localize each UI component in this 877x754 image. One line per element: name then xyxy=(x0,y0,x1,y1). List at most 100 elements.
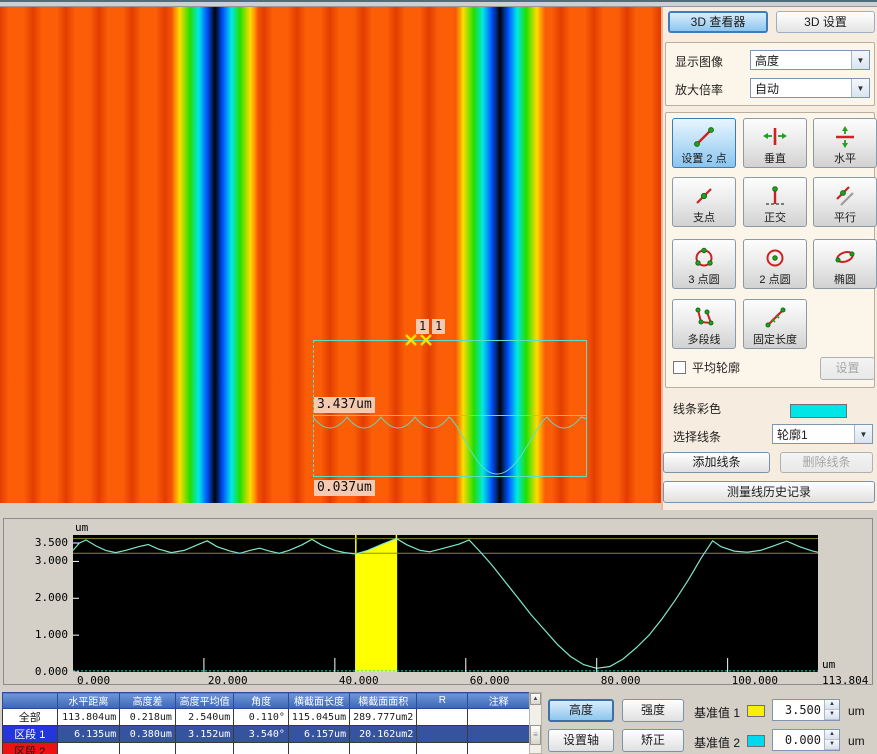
reference-1-unit: um xyxy=(848,704,865,718)
tool-vertical[interactable]: 垂直 xyxy=(743,118,807,168)
spinner-up-icon[interactable]: ▲ xyxy=(825,700,839,710)
x-tick-label: 40.000 xyxy=(339,674,379,687)
col-header-height-diff: 高度差 xyxy=(120,693,176,709)
y-axis-unit-label: um xyxy=(75,521,88,534)
reference-2-unit: um xyxy=(848,734,865,748)
col-header-r: R xyxy=(417,693,468,709)
correct-button[interactable]: 矫正 xyxy=(622,729,684,752)
tool-circle-2-points[interactable]: 2 点圆 xyxy=(743,239,807,289)
tool-pivot[interactable]: 支点 xyxy=(672,177,736,227)
polyline-icon xyxy=(691,304,717,332)
scrollbar-thumb[interactable]: ≡ xyxy=(530,725,541,745)
reference-2-spinner[interactable]: 0.000 ▲▼ xyxy=(772,729,840,751)
scrollbar-up-arrow-icon[interactable]: ▲ xyxy=(530,693,541,705)
average-profile-label: 平均轮廓 xyxy=(692,359,740,376)
line-color-swatch[interactable] xyxy=(790,404,847,418)
x-tick-label: 100.000 xyxy=(732,674,778,687)
y-tick-label: 1.000 xyxy=(22,628,68,641)
vertical-line-icon xyxy=(762,123,788,151)
pivot-line-icon xyxy=(691,182,717,210)
col-header-section-area: 横截面面积 xyxy=(350,693,417,709)
col-header-section-length: 横截面长度 xyxy=(288,693,349,709)
spinner-up-icon[interactable]: ▲ xyxy=(825,730,839,740)
orthogonal-line-icon xyxy=(762,182,788,210)
line-select[interactable]: 轮廓1 ▼ xyxy=(772,424,873,444)
tab-3d-settings[interactable]: 3D 设置 xyxy=(776,11,875,33)
display-image-label: 显示图像 xyxy=(675,53,723,70)
magnification-label: 放大倍率 xyxy=(675,81,723,98)
spinner-down-icon[interactable]: ▼ xyxy=(825,740,839,750)
reference-2-value: 0.000 xyxy=(773,730,824,750)
overlay-upper-reference-line xyxy=(313,415,587,416)
line-select-value: 轮廓1 xyxy=(773,426,854,443)
y-tick-label: 3.000 xyxy=(22,554,68,567)
tool-fixed-length[interactable]: 固定长度 xyxy=(743,299,807,349)
tool-orthogonal[interactable]: 正交 xyxy=(743,177,807,227)
parallel-lines-icon xyxy=(832,182,858,210)
table-row-all[interactable]: 全部 113.804um 0.218um 2.540um 0.110° 115.… xyxy=(3,709,530,726)
table-header-row: 水平距离 高度差 高度平均值 角度 横截面长度 横截面面积 R 注释 xyxy=(3,693,530,709)
profile-plot-area[interactable] xyxy=(73,535,818,672)
horizontal-line-icon xyxy=(832,123,858,151)
add-line-button[interactable]: 添加线条 xyxy=(663,452,770,473)
average-profile-checkbox[interactable] xyxy=(673,361,686,374)
x-axis-unit-label: um xyxy=(822,658,835,671)
table-row-segment-2[interactable]: 区段 2 xyxy=(3,743,530,754)
line-select-label: 选择线条 xyxy=(673,428,721,445)
two-point-line-icon xyxy=(691,123,717,151)
fixed-length-line-icon xyxy=(762,304,788,332)
x-tick-label: 0.000 xyxy=(77,674,110,687)
y-tick-label: 2.000 xyxy=(22,591,68,604)
point-marker-2[interactable] xyxy=(419,333,433,347)
tool-ellipse[interactable]: 椭圆 xyxy=(813,239,877,289)
delete-line-button[interactable]: 删除线条 xyxy=(780,452,873,473)
tool-polyline[interactable]: 多段线 xyxy=(672,299,736,349)
tool-set-2-points[interactable]: 设置 2 点 xyxy=(672,118,736,168)
col-header-horizontal-distance: 水平距离 xyxy=(57,693,120,709)
reference-2-color-swatch[interactable] xyxy=(747,735,765,747)
col-header-blank xyxy=(3,693,58,709)
point-marker-1[interactable] xyxy=(404,333,418,347)
chevron-down-icon: ▼ xyxy=(854,425,872,443)
y-tick-label: 0.000 xyxy=(22,665,68,678)
chevron-down-icon: ▼ xyxy=(851,79,869,97)
overlay-upper-value-label: 3.437um xyxy=(314,397,375,413)
set-axis-button[interactable]: 设置轴 xyxy=(548,729,614,752)
x-tick-label: 20.000 xyxy=(208,674,248,687)
magnification-value: 自动 xyxy=(751,80,851,97)
overlay-lower-value-label: 0.037um xyxy=(314,480,375,496)
average-profile-settings-button[interactable]: 设置 xyxy=(820,357,875,380)
reference-1-label: 基准值 1 xyxy=(694,704,740,721)
measurement-grid: 水平距离 高度差 高度平均值 角度 横截面长度 横截面面积 R 注释 全部 11… xyxy=(2,692,530,754)
chevron-down-icon: ▼ xyxy=(851,51,869,69)
table-scrollbar[interactable]: ▲ ≡ xyxy=(529,692,542,754)
tool-circle-3-points[interactable]: 3 点圆 xyxy=(672,239,736,289)
reference-1-color-swatch[interactable] xyxy=(747,705,765,717)
spinner-down-icon[interactable]: ▼ xyxy=(825,710,839,720)
circle-2-points-icon xyxy=(762,244,788,272)
point-2-label: 1 xyxy=(432,319,445,334)
x-tick-label: 113.804 xyxy=(822,674,868,687)
x-tick-label: 80.000 xyxy=(601,674,641,687)
ellipse-icon xyxy=(832,244,858,272)
reference-1-value: 3.500 xyxy=(773,700,824,720)
tool-horizontal[interactable]: 水平 xyxy=(813,118,877,168)
x-tick-label: 60.000 xyxy=(470,674,510,687)
line-color-label: 线条彩色 xyxy=(673,400,721,417)
tool-parallel[interactable]: 平行 xyxy=(813,177,877,227)
col-header-angle: 角度 xyxy=(234,693,289,709)
tab-3d-viewer[interactable]: 3D 查看器 xyxy=(668,11,768,33)
col-header-height-mean: 高度平均值 xyxy=(175,693,233,709)
window-chrome-sliver xyxy=(0,0,877,7)
reference-1-spinner[interactable]: 3.500 ▲▼ xyxy=(772,699,840,721)
height-mode-button[interactable]: 高度 xyxy=(548,699,614,722)
measure-line-history-button[interactable]: 测量线历史记录 xyxy=(663,481,875,503)
col-header-note: 注释 xyxy=(468,693,530,709)
circle-3-points-icon xyxy=(691,244,717,272)
intensity-mode-button[interactable]: 强度 xyxy=(622,699,684,722)
magnification-select[interactable]: 自动 ▼ xyxy=(750,78,870,98)
display-image-select[interactable]: 高度 ▼ xyxy=(750,50,870,70)
table-row-segment-1[interactable]: 区段 1 6.135um 0.380um 3.152um 3.540° 6.15… xyxy=(3,726,530,743)
surface-height-image[interactable]: 3.437um 0.037um 1 1 xyxy=(0,7,661,503)
display-image-value: 高度 xyxy=(751,52,851,69)
